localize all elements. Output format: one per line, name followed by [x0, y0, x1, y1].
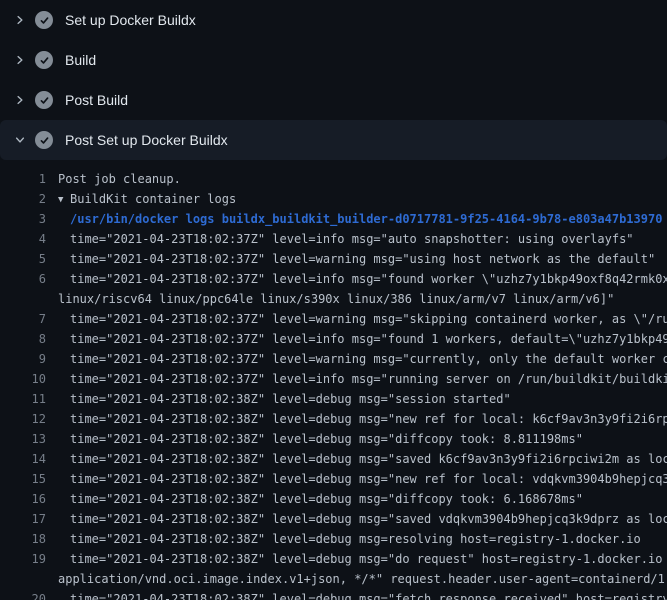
log-command-text: /usr/bin/docker logs buildx_buildkit_bui…	[70, 209, 662, 229]
log-line: 11 time="2021-04-23T18:02:38Z" level=debu…	[0, 389, 667, 409]
check-circle-icon	[35, 91, 53, 109]
step-header-post-build[interactable]: Post Build	[0, 80, 667, 120]
log-line-number	[0, 289, 46, 309]
log-text: time="2021-04-23T18:02:38Z" level=debug …	[70, 409, 667, 429]
log-line-number[interactable]: 6	[0, 269, 46, 289]
step-label: Post Set up Docker Buildx	[65, 132, 228, 148]
log-line: 3/usr/bin/docker logs buildx_buildkit_bu…	[0, 209, 667, 229]
log-text: time="2021-04-23T18:02:37Z" level=info m…	[70, 369, 667, 389]
actions-log-viewer: Set up Docker Buildx Build Post Build Post …	[0, 0, 667, 600]
log-line-number[interactable]: 1	[0, 169, 46, 189]
log-line-number[interactable]: 17	[0, 509, 46, 529]
log-text: time="2021-04-23T18:02:37Z" level=info m…	[70, 229, 634, 249]
log-text: time="2021-04-23T18:02:38Z" level=debug …	[70, 489, 583, 509]
log-text: time="2021-04-23T18:02:38Z" level=debug …	[70, 429, 583, 449]
log-line-number[interactable]: 16	[0, 489, 46, 509]
log-line: 5 time="2021-04-23T18:02:37Z" level=warni…	[0, 249, 667, 269]
log-line: 15 time="2021-04-23T18:02:38Z" level=debu…	[0, 469, 667, 489]
log-line-number[interactable]: 3	[0, 209, 46, 229]
log-line: 4 time="2021-04-23T18:02:37Z" level=info …	[0, 229, 667, 249]
log-line-number[interactable]: 18	[0, 529, 46, 549]
log-text: time="2021-04-23T18:02:37Z" level=info m…	[70, 269, 667, 289]
check-circle-icon	[35, 51, 53, 69]
log-text: time="2021-04-23T18:02:38Z" level=debug …	[70, 529, 641, 549]
chevron-right-icon	[12, 52, 28, 68]
log-text: time="2021-04-23T18:02:38Z" level=debug …	[70, 449, 667, 469]
log-line-continuation: application/vnd.oci.image.index.v1+json,…	[0, 569, 667, 589]
log-line: 6 time="2021-04-23T18:02:37Z" level=info …	[0, 269, 667, 289]
log-line: 14 time="2021-04-23T18:02:38Z" level=debu…	[0, 449, 667, 469]
log-line: 7 time="2021-04-23T18:02:37Z" level=warni…	[0, 309, 667, 329]
log-text: time="2021-04-23T18:02:37Z" level=warnin…	[70, 309, 667, 329]
log-line: 12 time="2021-04-23T18:02:38Z" level=debu…	[0, 409, 667, 429]
step-header-set-up-docker-buildx[interactable]: Set up Docker Buildx	[0, 0, 667, 40]
log-line-number[interactable]: 5	[0, 249, 46, 269]
log-text: time="2021-04-23T18:02:37Z" level=warnin…	[70, 249, 655, 269]
log-line: 13 time="2021-04-23T18:02:38Z" level=debu…	[0, 429, 667, 449]
chevron-right-icon	[12, 12, 28, 28]
chevron-down-icon	[12, 132, 28, 148]
log-line-number[interactable]: 10	[0, 369, 46, 389]
log-line: 9 time="2021-04-23T18:02:37Z" level=warni…	[0, 349, 667, 369]
group-collapse-triangle-icon[interactable]: ▼	[58, 190, 70, 209]
step-list: Set up Docker Buildx Build Post Build Post …	[0, 0, 667, 160]
log-line-number[interactable]: 13	[0, 429, 46, 449]
log-line: 17 time="2021-04-23T18:02:38Z" level=debu…	[0, 509, 667, 529]
log-line: 1 Post job cleanup.	[0, 169, 667, 189]
log-line-number[interactable]: 4	[0, 229, 46, 249]
log-line-number[interactable]: 2	[0, 189, 46, 209]
log-line-number[interactable]: 11	[0, 389, 46, 409]
log-output: 1 Post job cleanup. 2 ▼BuildKit container l…	[0, 160, 667, 600]
log-line-continuation: linux/riscv64 linux/ppc64le linux/s390x …	[0, 289, 667, 309]
log-text: time="2021-04-23T18:02:38Z" level=debug …	[70, 509, 667, 529]
log-text: time="2021-04-23T18:02:38Z" level=debug …	[70, 469, 667, 489]
log-text: time="2021-04-23T18:02:37Z" level=info m…	[70, 329, 667, 349]
check-circle-icon	[35, 131, 53, 149]
log-line-number	[0, 569, 46, 589]
log-line-number[interactable]: 7	[0, 309, 46, 329]
log-text-wrap: application/vnd.oci.image.index.v1+json,…	[58, 569, 667, 589]
log-text: time="2021-04-23T18:02:37Z" level=warnin…	[70, 349, 667, 369]
step-header-build[interactable]: Build	[0, 40, 667, 80]
log-text[interactable]: ▼BuildKit container logs	[58, 189, 236, 209]
log-line-number[interactable]: 9	[0, 349, 46, 369]
step-label: Post Build	[65, 92, 128, 108]
log-line: 16 time="2021-04-23T18:02:38Z" level=debu…	[0, 489, 667, 509]
log-line-number[interactable]: 20	[0, 589, 46, 600]
log-line: 8 time="2021-04-23T18:02:37Z" level=info …	[0, 329, 667, 349]
step-label: Set up Docker Buildx	[65, 12, 196, 28]
log-line: 19 time="2021-04-23T18:02:38Z" level=debu…	[0, 549, 667, 569]
log-line: 10 time="2021-04-23T18:02:37Z" level=info…	[0, 369, 667, 389]
log-line-number[interactable]: 8	[0, 329, 46, 349]
step-header-post-set-up-docker-buildx[interactable]: Post Set up Docker Buildx	[0, 120, 667, 160]
log-line: 20 time="2021-04-23T18:02:38Z" level=debu…	[0, 589, 667, 600]
log-text-wrap: linux/riscv64 linux/ppc64le linux/s390x …	[58, 289, 614, 309]
log-line: 2 ▼BuildKit container logs	[0, 189, 667, 209]
log-text: Post job cleanup.	[58, 169, 181, 189]
chevron-right-icon	[12, 92, 28, 108]
log-line: 18 time="2021-04-23T18:02:38Z" level=debu…	[0, 529, 667, 549]
check-circle-icon	[35, 11, 53, 29]
log-line-number[interactable]: 12	[0, 409, 46, 429]
log-text: time="2021-04-23T18:02:38Z" level=debug …	[70, 589, 667, 600]
group-title: BuildKit container logs	[70, 192, 236, 206]
log-line-number[interactable]: 19	[0, 549, 46, 569]
log-text: time="2021-04-23T18:02:38Z" level=debug …	[70, 549, 667, 569]
step-label: Build	[65, 52, 96, 68]
log-line-number[interactable]: 15	[0, 469, 46, 489]
log-line-number[interactable]: 14	[0, 449, 46, 469]
log-text: time="2021-04-23T18:02:38Z" level=debug …	[70, 389, 511, 409]
